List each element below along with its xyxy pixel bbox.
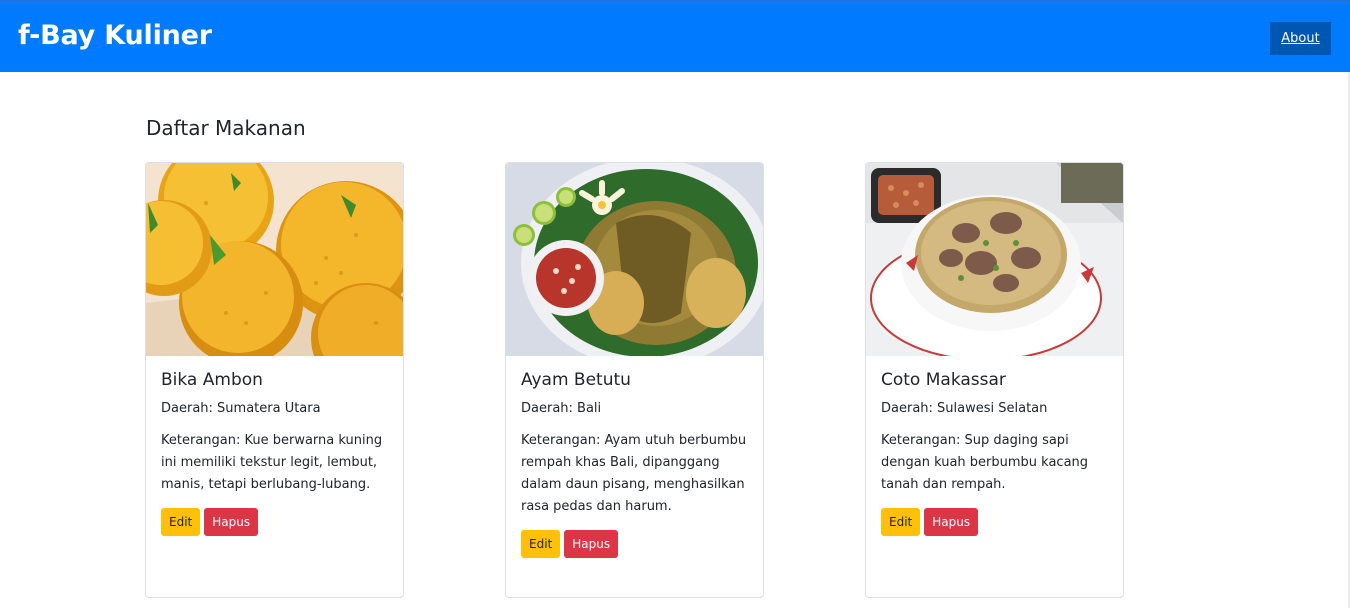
card-region: Daerah: Sulawesi Selatan [881, 401, 1048, 416]
about-button[interactable]: About [1270, 22, 1331, 55]
card-description: Keterangan: Ayam utuh berbumbu rempah kh… [521, 433, 747, 514]
card-title: Ayam Betutu [521, 370, 631, 390]
card-title: Coto Makassar [881, 370, 1006, 390]
edit-button[interactable]: Edit [881, 508, 921, 536]
food-image [146, 163, 403, 356]
edit-button[interactable]: Edit [521, 530, 561, 558]
delete-button[interactable]: Hapus [564, 530, 619, 558]
food-image [506, 163, 763, 356]
card-description: Keterangan: Kue berwarna kuning ini memi… [161, 433, 383, 492]
brand-title[interactable]: f-Bay Kuliner [18, 20, 212, 51]
food-card: Coto Makassar Daerah: Sulawesi Selatan K… [865, 162, 1124, 598]
card-description: Keterangan: Sup daging sapi dengan kuah … [881, 433, 1089, 492]
edit-button[interactable]: Edit [161, 508, 201, 536]
delete-button[interactable]: Hapus [924, 508, 979, 536]
food-card: Ayam Betutu Daerah: Bali Keterangan: Aya… [505, 162, 764, 598]
delete-button[interactable]: Hapus [204, 508, 259, 536]
page-title: Daftar Makanan [146, 116, 306, 140]
food-card: Bika Ambon Daerah: Sumatera Utara Ketera… [145, 162, 404, 598]
card-title: Bika Ambon [161, 370, 263, 390]
card-region: Daerah: Sumatera Utara [161, 401, 321, 416]
navbar: f-Bay Kuliner About [0, 0, 1350, 72]
food-image [866, 163, 1123, 356]
card-region: Daerah: Bali [521, 401, 602, 416]
